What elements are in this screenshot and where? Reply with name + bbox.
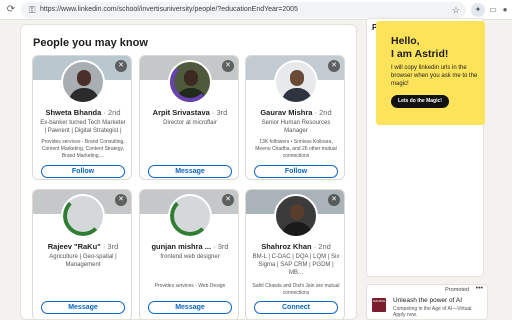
person-card[interactable]: ✕ Shweta Bhanda · 2nd Ex-banker turned T… bbox=[32, 55, 132, 180]
person-headline: Agriculture | Geo-spatial | Management bbox=[49, 254, 117, 268]
open-to-work-ring-icon bbox=[170, 196, 210, 236]
ad-subtitle: Competing in the Age of AI—Virtual. Appl… bbox=[393, 306, 473, 318]
mutual-connections: 13K followers • Srinivas Kolloara, Meenu… bbox=[255, 139, 337, 159]
avatar[interactable] bbox=[61, 60, 105, 104]
person-name[interactable]: Arpit Srivastava · 3rd bbox=[144, 108, 236, 117]
person-card[interactable]: ✕ Shahroz Khan · 2nd BM-L | C-DAC | DQA … bbox=[245, 189, 345, 319]
avatar[interactable] bbox=[61, 194, 105, 238]
promoted-label: Promoted bbox=[445, 287, 469, 293]
person-headline: Director at microflair bbox=[163, 120, 217, 126]
person-services: Provides services - Brand Consulting, Co… bbox=[41, 139, 125, 159]
advertiser-logo[interactable]: MANIPAL bbox=[372, 298, 386, 312]
avatar[interactable] bbox=[168, 194, 212, 238]
magic-button[interactable]: Lets do the Magic! bbox=[391, 95, 449, 108]
person-services: Provides services - Web Design bbox=[154, 283, 226, 289]
more-options-icon[interactable]: ••• bbox=[476, 285, 483, 292]
extension-icon[interactable]: ✦ bbox=[471, 3, 485, 17]
reload-icon[interactable]: ⟳ bbox=[5, 4, 17, 16]
url-text[interactable]: https://www.linkedin.com/school/invertis… bbox=[40, 4, 298, 16]
star-icon[interactable]: ☆ bbox=[452, 4, 460, 16]
dismiss-icon[interactable]: ✕ bbox=[328, 194, 340, 206]
follow-button[interactable]: Follow bbox=[254, 165, 338, 178]
browser-toolbar: ⟳ ⚿ https://www.linkedin.com/school/inve… bbox=[0, 0, 512, 20]
person-name[interactable]: Gaurav Mishra · 2nd bbox=[250, 108, 342, 117]
person-card[interactable]: ✕ Arpit Srivastava · 3rd Director at mic… bbox=[139, 55, 239, 180]
avatar[interactable] bbox=[168, 60, 212, 104]
profile-icon[interactable]: ● bbox=[500, 3, 510, 17]
avatar[interactable] bbox=[274, 194, 318, 238]
dismiss-icon[interactable]: ✕ bbox=[115, 194, 127, 206]
person-headline: Ex-banker turned Tech Marketer | Pawrent… bbox=[40, 120, 126, 134]
avatar[interactable] bbox=[274, 60, 318, 104]
panel-title: People you may know bbox=[33, 37, 148, 49]
message-button[interactable]: Message bbox=[148, 165, 232, 178]
ad-title[interactable]: Unleash the power of AI bbox=[393, 297, 462, 304]
mutual-connections: Sahil Chawla and Dishi Jain are mutual c… bbox=[252, 283, 340, 296]
open-to-work-ring-icon bbox=[63, 196, 103, 236]
sidebar-icon[interactable]: ▭ bbox=[486, 3, 500, 17]
dismiss-icon[interactable]: ✕ bbox=[222, 60, 234, 72]
dismiss-icon[interactable]: ✕ bbox=[222, 194, 234, 206]
follow-button[interactable]: Follow bbox=[41, 165, 125, 178]
hiring-ring-icon bbox=[170, 62, 210, 102]
assistant-promo-popup: Hello, I am Astrid! I will copy linkedin… bbox=[376, 21, 485, 125]
promoted-ad[interactable]: Promoted ••• MANIPAL Unleash the power o… bbox=[366, 284, 488, 320]
people-you-may-know-panel: People you may know ✕ Shweta Bhanda · 2n… bbox=[20, 24, 357, 320]
person-card[interactable]: ✕ gunjan mishra ... · 3rd frontend web d… bbox=[139, 189, 239, 319]
person-name[interactable]: Shahroz Khan · 2nd bbox=[250, 242, 342, 251]
dismiss-icon[interactable]: ✕ bbox=[328, 60, 340, 72]
person-headline: frontend web designer bbox=[160, 254, 220, 260]
person-headline: Senior Human Resources Manager bbox=[261, 120, 331, 134]
person-name[interactable]: Rajeev "RaKu" · 3rd bbox=[37, 242, 129, 251]
person-headline: BM-L | C-DAC | DQA | LQM | Six Sigma | S… bbox=[252, 254, 340, 276]
person-card[interactable]: ✕ Gaurav Mishra · 2nd Senior Human Resou… bbox=[245, 55, 345, 180]
dismiss-icon[interactable]: ✕ bbox=[115, 60, 127, 72]
lock-icon[interactable]: ⚿ bbox=[26, 4, 38, 16]
message-button[interactable]: Message bbox=[41, 301, 125, 314]
promo-heading: Hello, I am Astrid! bbox=[391, 35, 449, 60]
person-card[interactable]: ✕ Rajeev "RaKu" · 3rd Agriculture | Geo-… bbox=[32, 189, 132, 319]
connect-button[interactable]: Connect bbox=[254, 301, 338, 314]
person-name[interactable]: gunjan mishra ... · 3rd bbox=[144, 242, 236, 251]
address-bar[interactable]: ⚿ https://www.linkedin.com/school/invert… bbox=[21, 2, 466, 18]
promo-text: I will copy linkedin urls in the browser… bbox=[391, 65, 478, 87]
message-button[interactable]: Message bbox=[148, 301, 232, 314]
person-name[interactable]: Shweta Bhanda · 2nd bbox=[37, 108, 129, 117]
